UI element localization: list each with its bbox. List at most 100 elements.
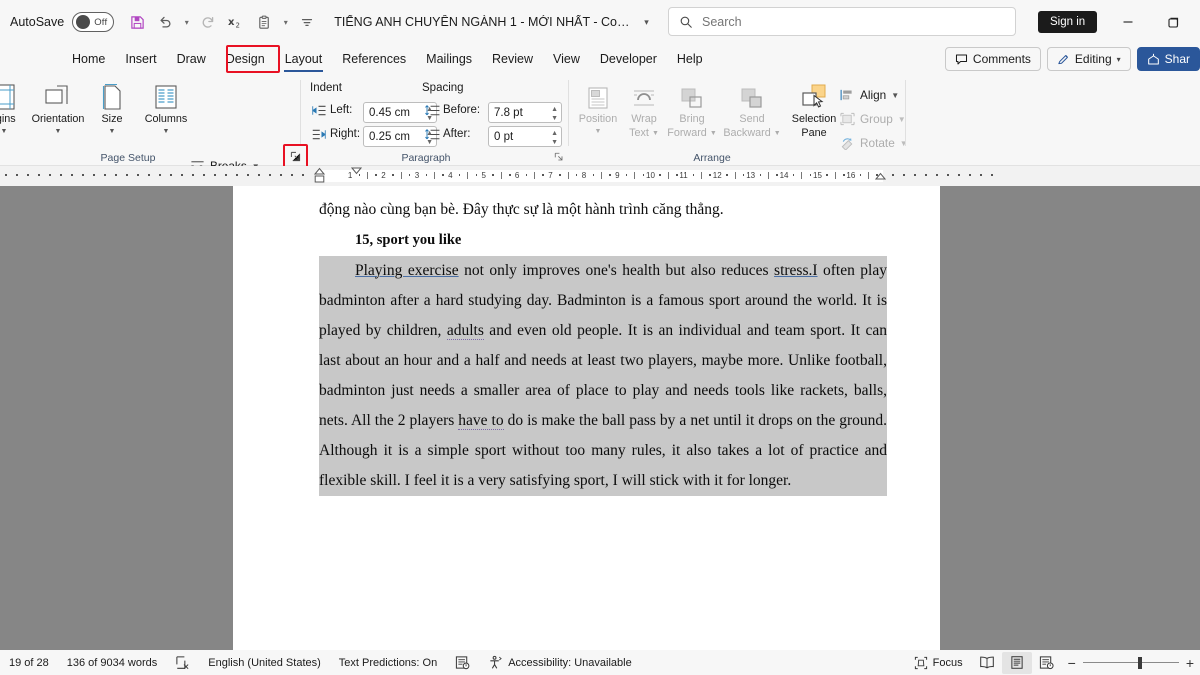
zoom-out-button[interactable]: −: [1068, 655, 1076, 671]
text-predictions-status[interactable]: Text Predictions: On: [330, 650, 446, 675]
page-number-status[interactable]: 19 of 28: [0, 650, 58, 675]
ruler-tick: [810, 174, 812, 176]
web-layout-icon[interactable]: [1032, 652, 1062, 674]
ruler-tick: [291, 174, 293, 176]
tab-draw[interactable]: Draw: [168, 49, 215, 69]
minimize-window-button[interactable]: [1108, 8, 1148, 36]
editing-mode-button[interactable]: Editing ▾: [1047, 47, 1131, 71]
rotate-button[interactable]: Rotate ▼: [840, 133, 908, 153]
zoom-track[interactable]: [1083, 662, 1179, 664]
position-button[interactable]: Position ▼: [572, 78, 624, 135]
tab-mailings[interactable]: Mailings: [417, 49, 481, 69]
zoom-slider[interactable]: − +: [1068, 655, 1194, 671]
tab-insert[interactable]: Insert: [116, 49, 165, 69]
accessibility-icon: [488, 655, 503, 670]
tab-design[interactable]: Design: [217, 49, 274, 69]
send-backward-icon: [738, 78, 766, 112]
ruler-tick: [626, 174, 628, 176]
chevron-down-icon: ▼: [163, 128, 170, 135]
group-icon: [840, 112, 855, 126]
first-line-indent-marker[interactable]: [314, 167, 325, 175]
proofing-marked-text: have to: [458, 412, 503, 430]
left-indent-marker[interactable]: [314, 175, 325, 185]
restore-window-button[interactable]: [1153, 8, 1193, 36]
tab-help[interactable]: Help: [668, 49, 712, 69]
document-page[interactable]: động nào cùng bạn bè. Đây thực sự là một…: [233, 186, 940, 650]
size-button[interactable]: Size ▼: [86, 78, 138, 135]
ruler-tick: [843, 174, 845, 176]
document-canvas: động nào cùng bạn bè. Đây thực sự là một…: [0, 186, 1200, 650]
spacing-before-input[interactable]: 7.8 pt ▲▼: [488, 102, 562, 123]
sign-in-button[interactable]: Sign in: [1038, 11, 1097, 33]
wrap-text-button[interactable]: Wrap Text ▼: [618, 78, 670, 139]
comments-button[interactable]: Comments: [945, 47, 1041, 71]
search-box[interactable]: [668, 7, 1016, 36]
undo-icon[interactable]: [152, 9, 178, 35]
title-dropdown-icon[interactable]: ▾: [644, 17, 649, 28]
autosave-toggle[interactable]: Off: [72, 12, 114, 32]
share-button[interactable]: Shar: [1137, 47, 1200, 71]
paste-icon[interactable]: [251, 9, 277, 35]
ruler-tick: [735, 172, 736, 179]
spacing-after-label: After:: [443, 128, 470, 140]
bring-forward-label-line2: Forward: [667, 128, 707, 140]
read-mode-icon[interactable]: [972, 652, 1002, 674]
print-layout-icon[interactable]: [1002, 652, 1032, 674]
hanging-indent-marker[interactable]: [351, 167, 362, 175]
group-label: Group: [860, 112, 893, 126]
align-button[interactable]: Align ▼: [840, 85, 899, 105]
tab-view[interactable]: View: [544, 49, 589, 69]
paragraph-dialog-launcher[interactable]: [551, 149, 566, 164]
spacing-header: Spacing: [422, 82, 464, 94]
bring-forward-icon: [678, 78, 706, 112]
bring-forward-button[interactable]: Bring Forward ▼: [666, 78, 718, 139]
tab-layout[interactable]: Layout: [276, 49, 332, 69]
display-settings-icon[interactable]: [446, 650, 479, 675]
ruler-tick: [659, 174, 661, 176]
undo-dropdown-icon[interactable]: ▾: [180, 9, 193, 35]
accessibility-status[interactable]: Accessibility: Unavailable: [479, 650, 641, 675]
save-icon[interactable]: [124, 9, 150, 35]
focus-mode-button[interactable]: Focus: [905, 650, 972, 675]
spacing-after-stepper[interactable]: ▲▼: [551, 127, 558, 148]
paste-dropdown-icon[interactable]: ▾: [279, 9, 292, 35]
editing-label: Editing: [1075, 52, 1112, 66]
search-input[interactable]: [702, 15, 1005, 29]
rotate-icon: [840, 136, 855, 150]
ruler-tick: [876, 174, 878, 176]
send-backward-button[interactable]: Send Backward ▼: [726, 78, 778, 139]
ruler-tick: [568, 172, 569, 179]
arrange-group-label: Arrange: [632, 152, 792, 164]
spacing-after-input[interactable]: 0 pt ▲▼: [488, 126, 562, 147]
redo-icon[interactable]: [195, 9, 221, 35]
tab-developer[interactable]: Developer: [591, 49, 666, 69]
document-text-body[interactable]: động nào cùng bạn bè. Đây thực sự là một…: [319, 195, 887, 496]
selection-pane-button[interactable]: Selection Pane: [784, 78, 844, 139]
tab-review[interactable]: Review: [483, 49, 542, 69]
wrap-text-icon: [630, 78, 658, 112]
group-button[interactable]: Group ▼: [840, 109, 906, 129]
ruler-tick: [958, 174, 960, 176]
ruler-tick: [936, 174, 938, 176]
zoom-handle[interactable]: [1138, 657, 1142, 669]
horizontal-ruler[interactable]: 12345678910111213141516: [0, 166, 1200, 186]
zoom-in-button[interactable]: +: [1186, 655, 1194, 671]
customize-qat-icon[interactable]: [294, 9, 320, 35]
selected-paragraph[interactable]: Playing exercise not only improves one's…: [319, 256, 887, 496]
language-status[interactable]: English (United States): [199, 650, 330, 675]
spacing-before-stepper[interactable]: ▲▼: [551, 103, 558, 124]
ruler-tick: [835, 172, 836, 179]
margins-button[interactable]: rgins ▼: [0, 78, 30, 135]
tab-references[interactable]: References: [333, 49, 415, 69]
columns-button[interactable]: Columns ▼: [140, 78, 192, 135]
page-setup-dialog-launcher[interactable]: [288, 149, 303, 164]
tab-home[interactable]: Home: [63, 49, 114, 69]
word-count-status[interactable]: 136 of 9034 words: [58, 650, 167, 675]
subscript-icon[interactable]: x2: [223, 9, 249, 35]
autosave-control[interactable]: AutoSave Off: [10, 12, 114, 32]
proofing-errors-icon[interactable]: [166, 650, 199, 675]
proofing-marked-text: adults: [447, 322, 484, 340]
ruler-number: 14: [780, 171, 789, 180]
ruler-number: 16: [846, 171, 855, 180]
orientation-button[interactable]: Orientation ▼: [32, 78, 84, 135]
